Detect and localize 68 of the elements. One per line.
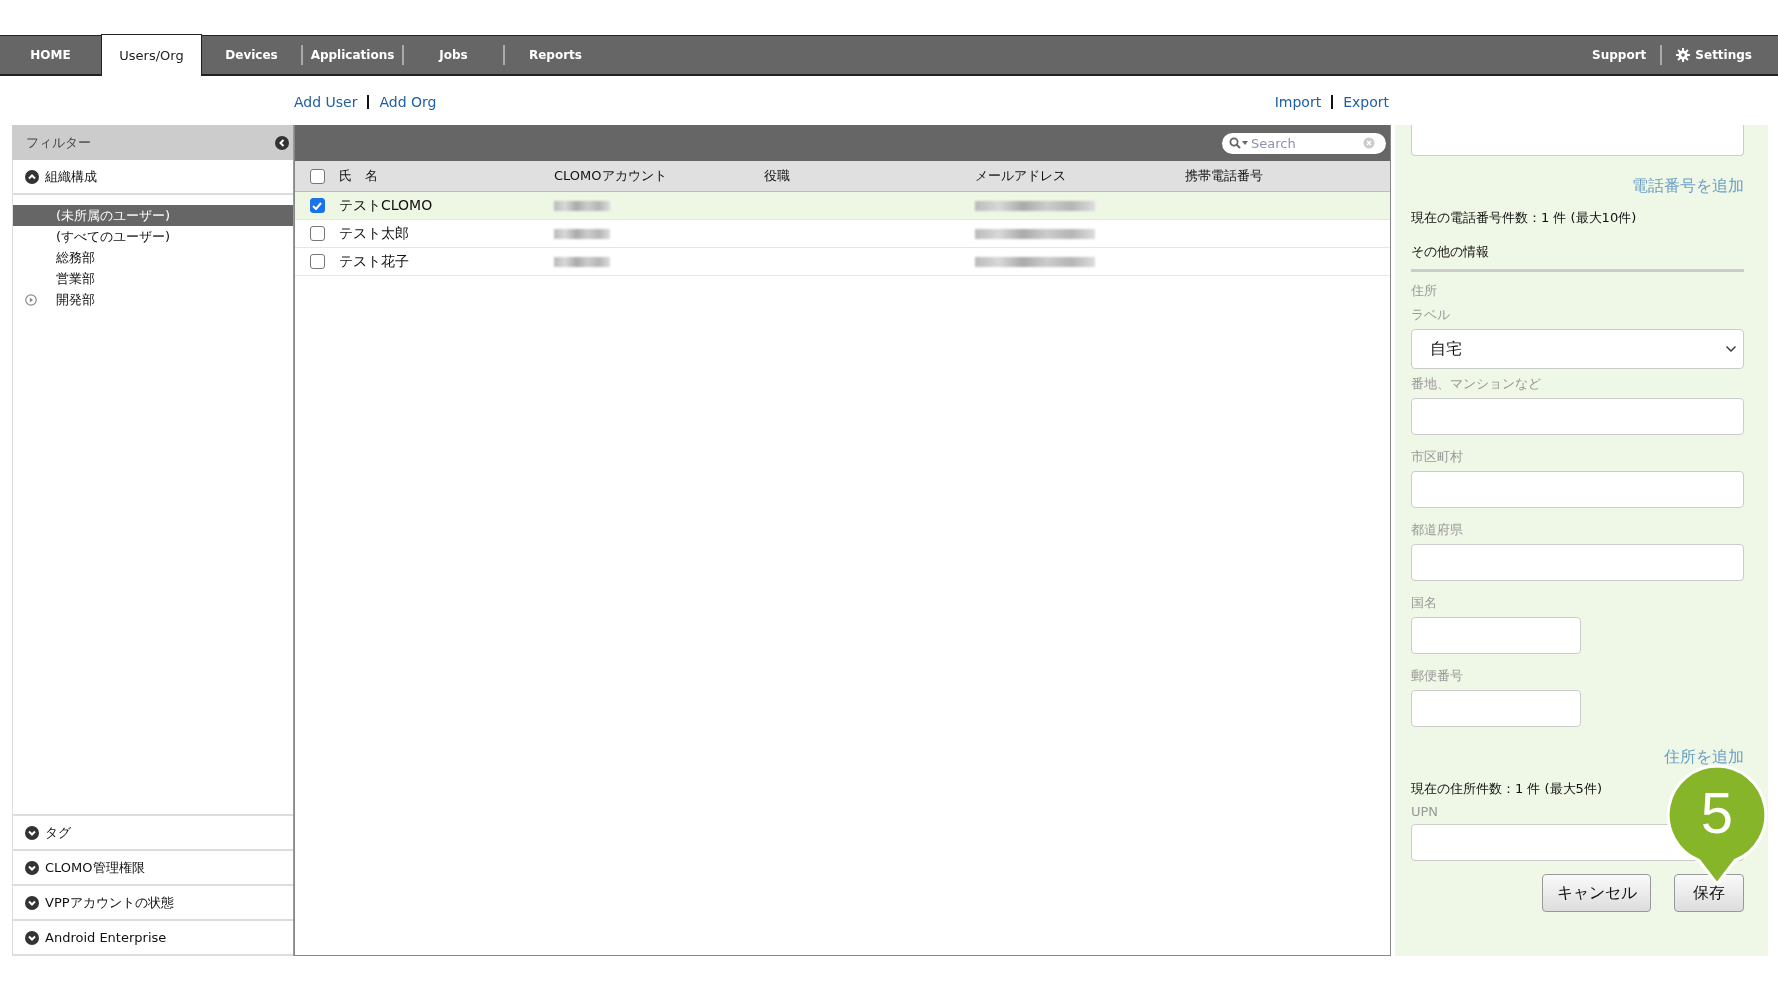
input-field[interactable] (1411, 544, 1744, 581)
tree-item[interactable]: (未所属のユーザー) (13, 205, 293, 226)
nav-tab[interactable]: Jobs (404, 45, 505, 65)
search-icon (1229, 137, 1249, 149)
filter-section-header[interactable]: Android Enterprise (13, 921, 293, 954)
input-field[interactable] (1411, 690, 1581, 727)
column-header: メールアドレス (975, 167, 1066, 185)
input-field[interactable] (1411, 617, 1581, 654)
table-cell: テスト花子 (339, 252, 409, 271)
field-group-label: 住所 (1411, 282, 1438, 300)
table-cell: テストCLOMO (339, 196, 433, 215)
collapse-panel-icon (275, 135, 289, 150)
tree-item[interactable]: 営業部 (13, 268, 293, 289)
input-field[interactable] (1411, 398, 1744, 435)
column-header: 氏 名 (339, 167, 378, 185)
tree-item[interactable]: 開発部 (13, 289, 293, 310)
section-heading: その他の情報 (1411, 243, 1744, 272)
column-header: 携帯電話番号 (1185, 167, 1263, 185)
chevron-down-icon (25, 930, 39, 945)
nav-tab[interactable]: Reports (505, 36, 606, 74)
nav-tab[interactable]: Applications (303, 45, 404, 65)
filter-section-header[interactable]: タグ (13, 816, 293, 849)
select-field[interactable]: 自宅 (1411, 329, 1744, 369)
field-label: 番地、マンションなど (1411, 375, 1542, 393)
search-field[interactable]: Search (1222, 132, 1386, 154)
nav-tab[interactable]: Users/Org (101, 34, 202, 76)
chevron-down-icon (25, 825, 39, 840)
tree-item[interactable]: 総務部 (13, 247, 293, 268)
chevron-down-icon (25, 860, 39, 875)
checkbox[interactable] (309, 254, 325, 269)
filter-section-header[interactable]: 組織構成 (13, 160, 293, 195)
field-label: 郵便番号 (1411, 667, 1464, 685)
nav-link[interactable]: Support (1592, 48, 1647, 62)
form-button[interactable]: 保存 (1674, 874, 1744, 912)
toolbar-link[interactable]: Import (1274, 93, 1322, 110)
field-label: 市区町村 (1411, 448, 1464, 466)
search-input[interactable]: Search (1251, 135, 1361, 151)
checkbox[interactable] (309, 198, 325, 213)
toolbar-link[interactable]: Add User (294, 93, 358, 110)
tree-item[interactable]: (すべてのユーザー) (13, 226, 293, 247)
nav-link[interactable]: Settings (1676, 48, 1752, 62)
count-text: 現在の住所件数：1 件 (最大5件) (1411, 780, 1603, 798)
clear-icon (1363, 137, 1375, 149)
filter-title: フィルター (26, 133, 91, 152)
chevron-down-icon (25, 895, 39, 910)
nav-tab[interactable]: Devices (202, 45, 303, 65)
toolbar-link[interactable]: Add Org (379, 93, 437, 110)
count-text: 現在の電話番号件数：1 件 (最大10件) (1411, 209, 1638, 227)
toolbar-link[interactable]: Export (1343, 93, 1389, 110)
nav-tab[interactable]: HOME (0, 36, 101, 74)
caret-icon (1725, 345, 1737, 353)
field-label: UPN (1411, 804, 1440, 819)
form-button[interactable]: キャンセル (1542, 874, 1651, 912)
field-label: 国名 (1411, 594, 1438, 612)
checkbox[interactable] (309, 226, 325, 241)
field-label: 都道府県 (1411, 521, 1464, 539)
input-field[interactable] (1411, 471, 1744, 508)
input-field[interactable] (1411, 125, 1744, 156)
chevron-up-icon (25, 169, 39, 184)
gear-icon (1676, 48, 1691, 62)
table-cell: テスト太郎 (339, 224, 409, 243)
filter-section-header[interactable]: VPPアカウントの状態 (13, 886, 293, 919)
field-label: ラベル (1411, 306, 1451, 324)
checkmark-icon (312, 201, 322, 210)
checkbox[interactable] (309, 168, 325, 184)
column-header: 役職 (764, 167, 790, 185)
column-header: CLOMOアカウント (554, 167, 667, 185)
filter-section-header[interactable]: CLOMO管理権限 (13, 851, 293, 884)
